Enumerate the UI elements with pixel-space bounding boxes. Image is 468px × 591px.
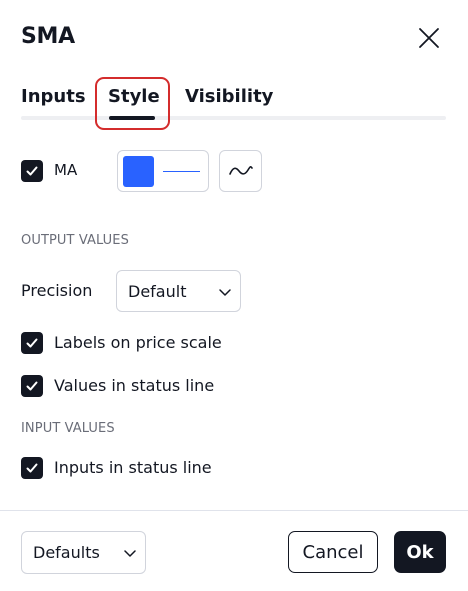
defaults-dropdown[interactable]: Defaults — [21, 531, 146, 574]
ma-color-picker[interactable] — [117, 150, 209, 192]
line-sample — [163, 171, 200, 172]
output-values-heading: OUTPUT VALUES — [21, 233, 129, 248]
checkmark-icon — [26, 463, 38, 473]
line-icon — [228, 165, 253, 175]
checkmark-icon — [26, 381, 38, 391]
checkmark-icon — [26, 166, 38, 176]
footer-divider — [0, 510, 468, 511]
values-in-status-line-label: Values in status line — [54, 376, 215, 395]
chevron-down-icon — [124, 550, 136, 557]
precision-select[interactable]: Default — [116, 270, 241, 312]
color-swatch — [123, 156, 154, 187]
ma-label: MA — [54, 161, 78, 179]
chevron-down-icon — [219, 289, 231, 296]
labels-on-price-scale-checkbox[interactable] — [21, 332, 43, 354]
tabs-track — [21, 116, 446, 120]
defaults-label: Defaults — [33, 543, 100, 562]
close-icon[interactable] — [415, 24, 443, 52]
labels-on-price-scale-label: Labels on price scale — [54, 333, 222, 352]
inputs-in-status-line-checkbox[interactable] — [21, 457, 43, 479]
cancel-button[interactable]: Cancel — [288, 531, 378, 573]
checkmark-icon — [26, 338, 38, 348]
ma-plot-style-button[interactable] — [219, 150, 262, 192]
inputs-in-status-line-label: Inputs in status line — [54, 458, 212, 477]
values-in-status-line-checkbox[interactable] — [21, 375, 43, 397]
tab-visibility[interactable]: Visibility — [185, 86, 273, 107]
ma-checkbox[interactable] — [21, 160, 43, 182]
dialog-title: SMA — [21, 24, 75, 49]
precision-value: Default — [128, 282, 187, 301]
ok-button[interactable]: Ok — [394, 531, 446, 573]
precision-label: Precision — [21, 281, 93, 300]
input-values-heading: INPUT VALUES — [21, 421, 115, 436]
tab-inputs[interactable]: Inputs — [21, 86, 86, 107]
close-button[interactable] — [415, 24, 443, 52]
style-tab-highlight — [95, 77, 170, 130]
